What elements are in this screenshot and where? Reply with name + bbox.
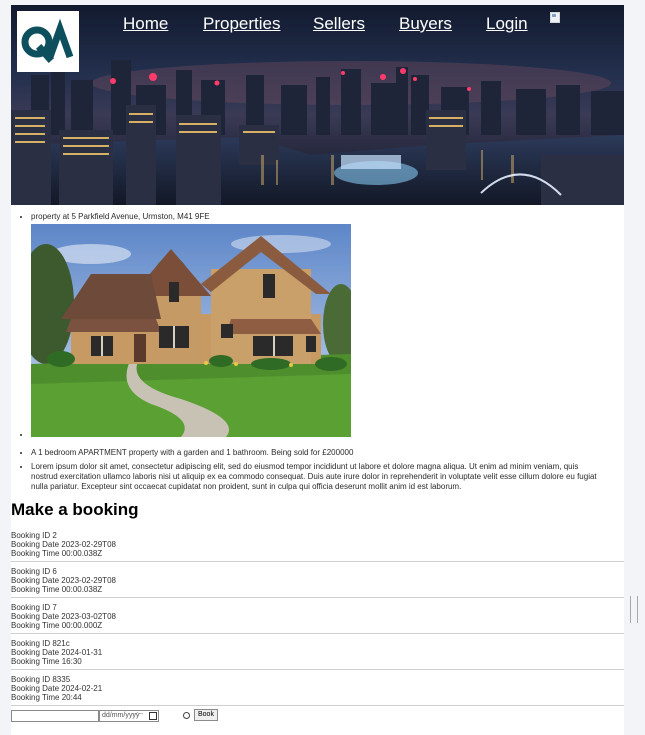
clock-icon[interactable] — [183, 712, 190, 719]
booking-form: dd/mm/yyyy --:-- Book — [11, 709, 624, 722]
booking-section-title: Make a booking — [11, 500, 139, 519]
main-nav: Home Properties Sellers Buyers Login — [11, 14, 624, 38]
booking-entry: Booking ID 8335 Booking Date 2024-02-21 … — [11, 673, 624, 706]
property-lorem-text: Lorem ipsum dolor sit amet, consectetur … — [31, 462, 606, 492]
booking-id: Booking ID 7 — [11, 603, 57, 612]
booking-entry: Booking ID 7 Booking Date 2023-03-02T08 … — [11, 601, 624, 634]
booking-date: Booking Date 2024-01-31 — [11, 648, 103, 657]
booking-id: Booking ID 821c — [11, 639, 70, 648]
hero-banner: Home Properties Sellers Buyers Login — [11, 5, 624, 205]
booking-id: Booking ID 2 — [11, 531, 57, 540]
booking-entry: Booking ID 6 Booking Date 2023-02-29T08 … — [11, 565, 624, 598]
resize-handle[interactable] — [630, 596, 638, 623]
booking-time-input[interactable]: --:-- — [130, 710, 194, 720]
property-address: property at 5 Parkfield Avenue, Urmston,… — [31, 212, 624, 224]
time-placeholder: --:-- — [132, 711, 144, 718]
nav-buyers-link[interactable]: Buyers — [399, 14, 452, 34]
nav-login-link[interactable]: Login — [486, 14, 528, 34]
booking-date: Booking Date 2023-03-02T08 — [11, 612, 116, 621]
booking-id: Booking ID 8335 — [11, 675, 71, 684]
book-button[interactable]: Book — [194, 709, 218, 721]
nav-home-link[interactable]: Home — [123, 14, 168, 34]
booking-time: Booking Time 00:00.038Z — [11, 585, 103, 594]
bookings-list: Booking ID 2 Booking Date 2023-02-29T08 … — [11, 529, 624, 709]
booking-text-input[interactable] — [11, 710, 99, 722]
nav-sellers-link[interactable]: Sellers — [313, 14, 365, 34]
property-details-list: property at 5 Parkfield Avenue, Urmston,… — [11, 212, 624, 492]
property-photo-item — [31, 224, 624, 448]
nav-properties-link[interactable]: Properties — [203, 14, 280, 34]
booking-date: Booking Date 2023-02-29T08 — [11, 540, 116, 549]
booking-time: Booking Time 00:00.000Z — [11, 621, 103, 630]
property-description: A 1 bedroom APARTMENT property with a ga… — [31, 448, 624, 462]
booking-entry: Booking ID 821c Booking Date 2024-01-31 … — [11, 637, 624, 670]
house-photo — [31, 224, 351, 437]
booking-time: Booking Time 00:00.038Z — [11, 549, 103, 558]
booking-date: Booking Date 2023-02-29T08 — [11, 576, 116, 585]
booking-entry: Booking ID 2 Booking Date 2023-02-29T08 … — [11, 529, 624, 562]
booking-time: Booking Time 16:30 — [11, 657, 82, 666]
booking-time: Booking Time 20:44 — [11, 693, 82, 702]
house-photo-image — [31, 224, 351, 437]
booking-id: Booking ID 6 — [11, 567, 57, 576]
page: Home Properties Sellers Buyers Login pro… — [11, 5, 624, 735]
broken-image-icon — [550, 12, 560, 23]
booking-date: Booking Date 2024-02-21 — [11, 684, 103, 693]
